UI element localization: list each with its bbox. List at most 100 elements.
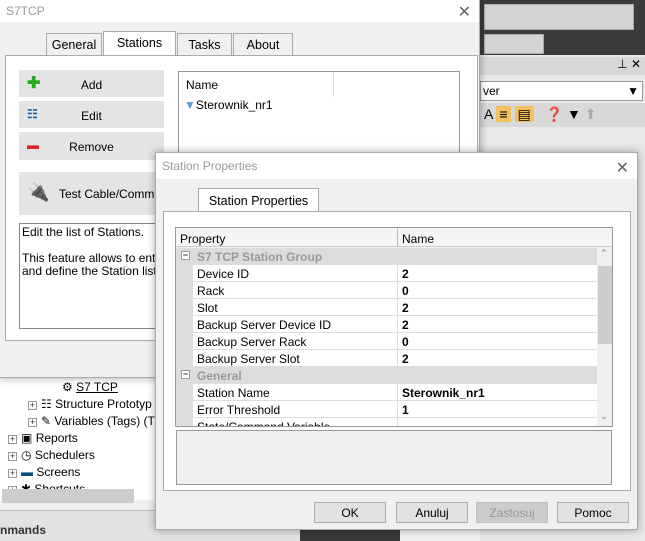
expand-icon[interactable]: +	[8, 435, 17, 444]
grid-header: Property Name	[176, 228, 612, 247]
property-value[interactable]: 1	[397, 401, 409, 417]
property-row[interactable]: Error Threshold 1	[193, 401, 597, 418]
property-row[interactable]: Backup Server Rack 0	[193, 333, 597, 350]
vertical-scrollbar[interactable]: ⌃ ⌄	[597, 248, 612, 426]
chevron-down-icon[interactable]: ▼	[627, 84, 639, 98]
dialog-title: Station Properties	[162, 159, 258, 173]
tree-item[interactable]: + ▣ Reports	[8, 431, 78, 445]
tree-label: Structure Prototyp	[55, 397, 152, 411]
property-row[interactable]: Slot 2	[193, 299, 597, 316]
edit-label: Edit	[81, 109, 102, 123]
property-value[interactable]: 2	[397, 265, 409, 281]
reports-icon: ▣	[21, 431, 33, 445]
tree-item[interactable]: + ☷ Structure Prototyp	[28, 397, 152, 411]
help-button[interactable]: Pomoc	[557, 502, 629, 523]
tree-item[interactable]: + ✎ Variables (Tags) (T	[28, 414, 155, 428]
property-description	[176, 430, 612, 485]
minus-icon: ▬	[27, 138, 39, 152]
tab-tasks[interactable]: Tasks	[177, 33, 232, 55]
property-row[interactable]: State/Command Variable	[193, 418, 597, 426]
comment-icon[interactable]: ▤	[514, 106, 534, 122]
scroll-down-icon[interactable]: ⌄	[600, 411, 608, 422]
column-header-name[interactable]: Name	[397, 228, 434, 247]
tab-about[interactable]: About	[233, 33, 293, 55]
expand-icon[interactable]: +	[28, 418, 37, 427]
help-icon[interactable]: ❓	[546, 106, 563, 122]
tree-item[interactable]: + ▬ Screens	[8, 465, 80, 479]
object-dropdown[interactable]: ver ▼	[480, 81, 643, 101]
stations-list[interactable]: Name ▼Sterownik_nr1	[178, 71, 460, 161]
property-value[interactable]: Sterownik_nr1	[397, 384, 485, 400]
font-icon[interactable]: A	[484, 106, 493, 122]
variables-icon: ✎	[41, 414, 52, 428]
property-value[interactable]: 0	[397, 282, 409, 298]
column-header-name[interactable]: Name	[186, 78, 218, 92]
property-key: Backup Server Rack	[197, 335, 307, 349]
column-header-property[interactable]: Property	[180, 232, 225, 246]
tree-item-s7tcp[interactable]: ⚙ S7 TCP	[62, 380, 118, 394]
column-divider	[333, 72, 334, 97]
property-value[interactable]	[397, 418, 402, 426]
group-label: General	[197, 369, 242, 383]
list-item[interactable]: ▼Sterownik_nr1	[184, 98, 273, 112]
plus-icon: ✚	[27, 75, 41, 92]
tree-item[interactable]: + ◷ Schedulers	[8, 448, 95, 462]
filter-icon[interactable]: ▼	[567, 106, 581, 122]
tree-label: Reports	[35, 431, 78, 445]
apply-button[interactable]: Zastosuj	[476, 502, 548, 523]
test-label: Test Cable/Comm.	[59, 187, 158, 201]
tree-label: Screens	[36, 465, 81, 479]
title-bar: S7TCP ✕	[0, 0, 479, 22]
cancel-button[interactable]: Anuluj	[396, 502, 468, 523]
doc-icon[interactable]: ≡	[496, 106, 511, 122]
edit-tree-icon: ☷	[27, 107, 38, 121]
property-row[interactable]: Backup Server Slot 2	[193, 350, 597, 367]
property-group[interactable]: − S7 TCP Station Group	[176, 248, 597, 265]
commands-label: nmands	[0, 523, 47, 537]
description-box: Edit the list of Stations. This feature …	[19, 223, 169, 329]
station-properties-dialog: Station Properties ✕ Station Properties P…	[155, 152, 638, 530]
property-key: Rack	[197, 284, 225, 298]
title-bar: Station Properties ✕	[156, 153, 637, 179]
pin-close-icons[interactable]: ⊥ ✕	[480, 57, 645, 75]
test-cable-button[interactable]: 🔌 Test Cable/Comm.	[19, 172, 164, 215]
property-row[interactable]: Station Name Sterownik_nr1	[193, 384, 597, 401]
property-row[interactable]: Rack 0	[193, 282, 597, 299]
expand-icon[interactable]: +	[8, 452, 17, 461]
property-key: Backup Server Device ID	[197, 318, 332, 332]
property-value[interactable]: 0	[397, 333, 409, 349]
up-arrow-icon[interactable]: ⬆	[585, 106, 597, 122]
expand-icon[interactable]: +	[28, 401, 37, 410]
list-item-label: Sterownik_nr1	[195, 98, 273, 112]
property-key: Backup Server Slot	[197, 352, 300, 366]
clock-icon: ◷	[21, 448, 32, 462]
scroll-up-icon[interactable]: ⌃	[600, 248, 608, 259]
filter-toolbar: A ≡ ▤ ❓ ▼ ⬆	[480, 103, 645, 127]
expand-icon[interactable]: +	[8, 469, 17, 478]
group-label: S7 TCP Station Group	[197, 250, 323, 264]
ok-button[interactable]: OK	[314, 502, 386, 523]
property-value[interactable]: 2	[397, 299, 409, 315]
plug-icon: 🔌	[27, 182, 50, 202]
collapse-icon[interactable]: −	[181, 251, 190, 260]
tab-station-properties[interactable]: Station Properties	[198, 188, 319, 212]
close-icon[interactable]: ✕	[616, 158, 629, 178]
remove-button[interactable]: ▬ Remove	[19, 132, 164, 160]
property-key: Error Threshold	[197, 403, 281, 417]
property-row[interactable]: Backup Server Device ID 2	[193, 316, 597, 333]
add-button[interactable]: ✚ Add	[19, 70, 164, 97]
tab-stations[interactable]: Stations	[103, 31, 176, 55]
horizontal-scrollbar[interactable]	[2, 489, 134, 503]
property-group[interactable]: − General	[176, 367, 597, 384]
dialog-title: S7TCP	[6, 4, 45, 18]
tab-general[interactable]: General	[46, 33, 102, 55]
description-line: This feature allows to enter and define …	[22, 251, 167, 278]
structure-icon: ☷	[41, 397, 52, 411]
edit-button[interactable]: ☷ Edit	[19, 101, 164, 128]
close-icon[interactable]: ✕	[458, 2, 471, 22]
collapse-icon[interactable]: −	[181, 370, 190, 379]
property-value[interactable]: 2	[397, 350, 409, 366]
property-row[interactable]: Device ID 2	[193, 265, 597, 282]
property-value[interactable]: 2	[397, 316, 409, 332]
scrollbar-thumb[interactable]	[598, 266, 612, 344]
